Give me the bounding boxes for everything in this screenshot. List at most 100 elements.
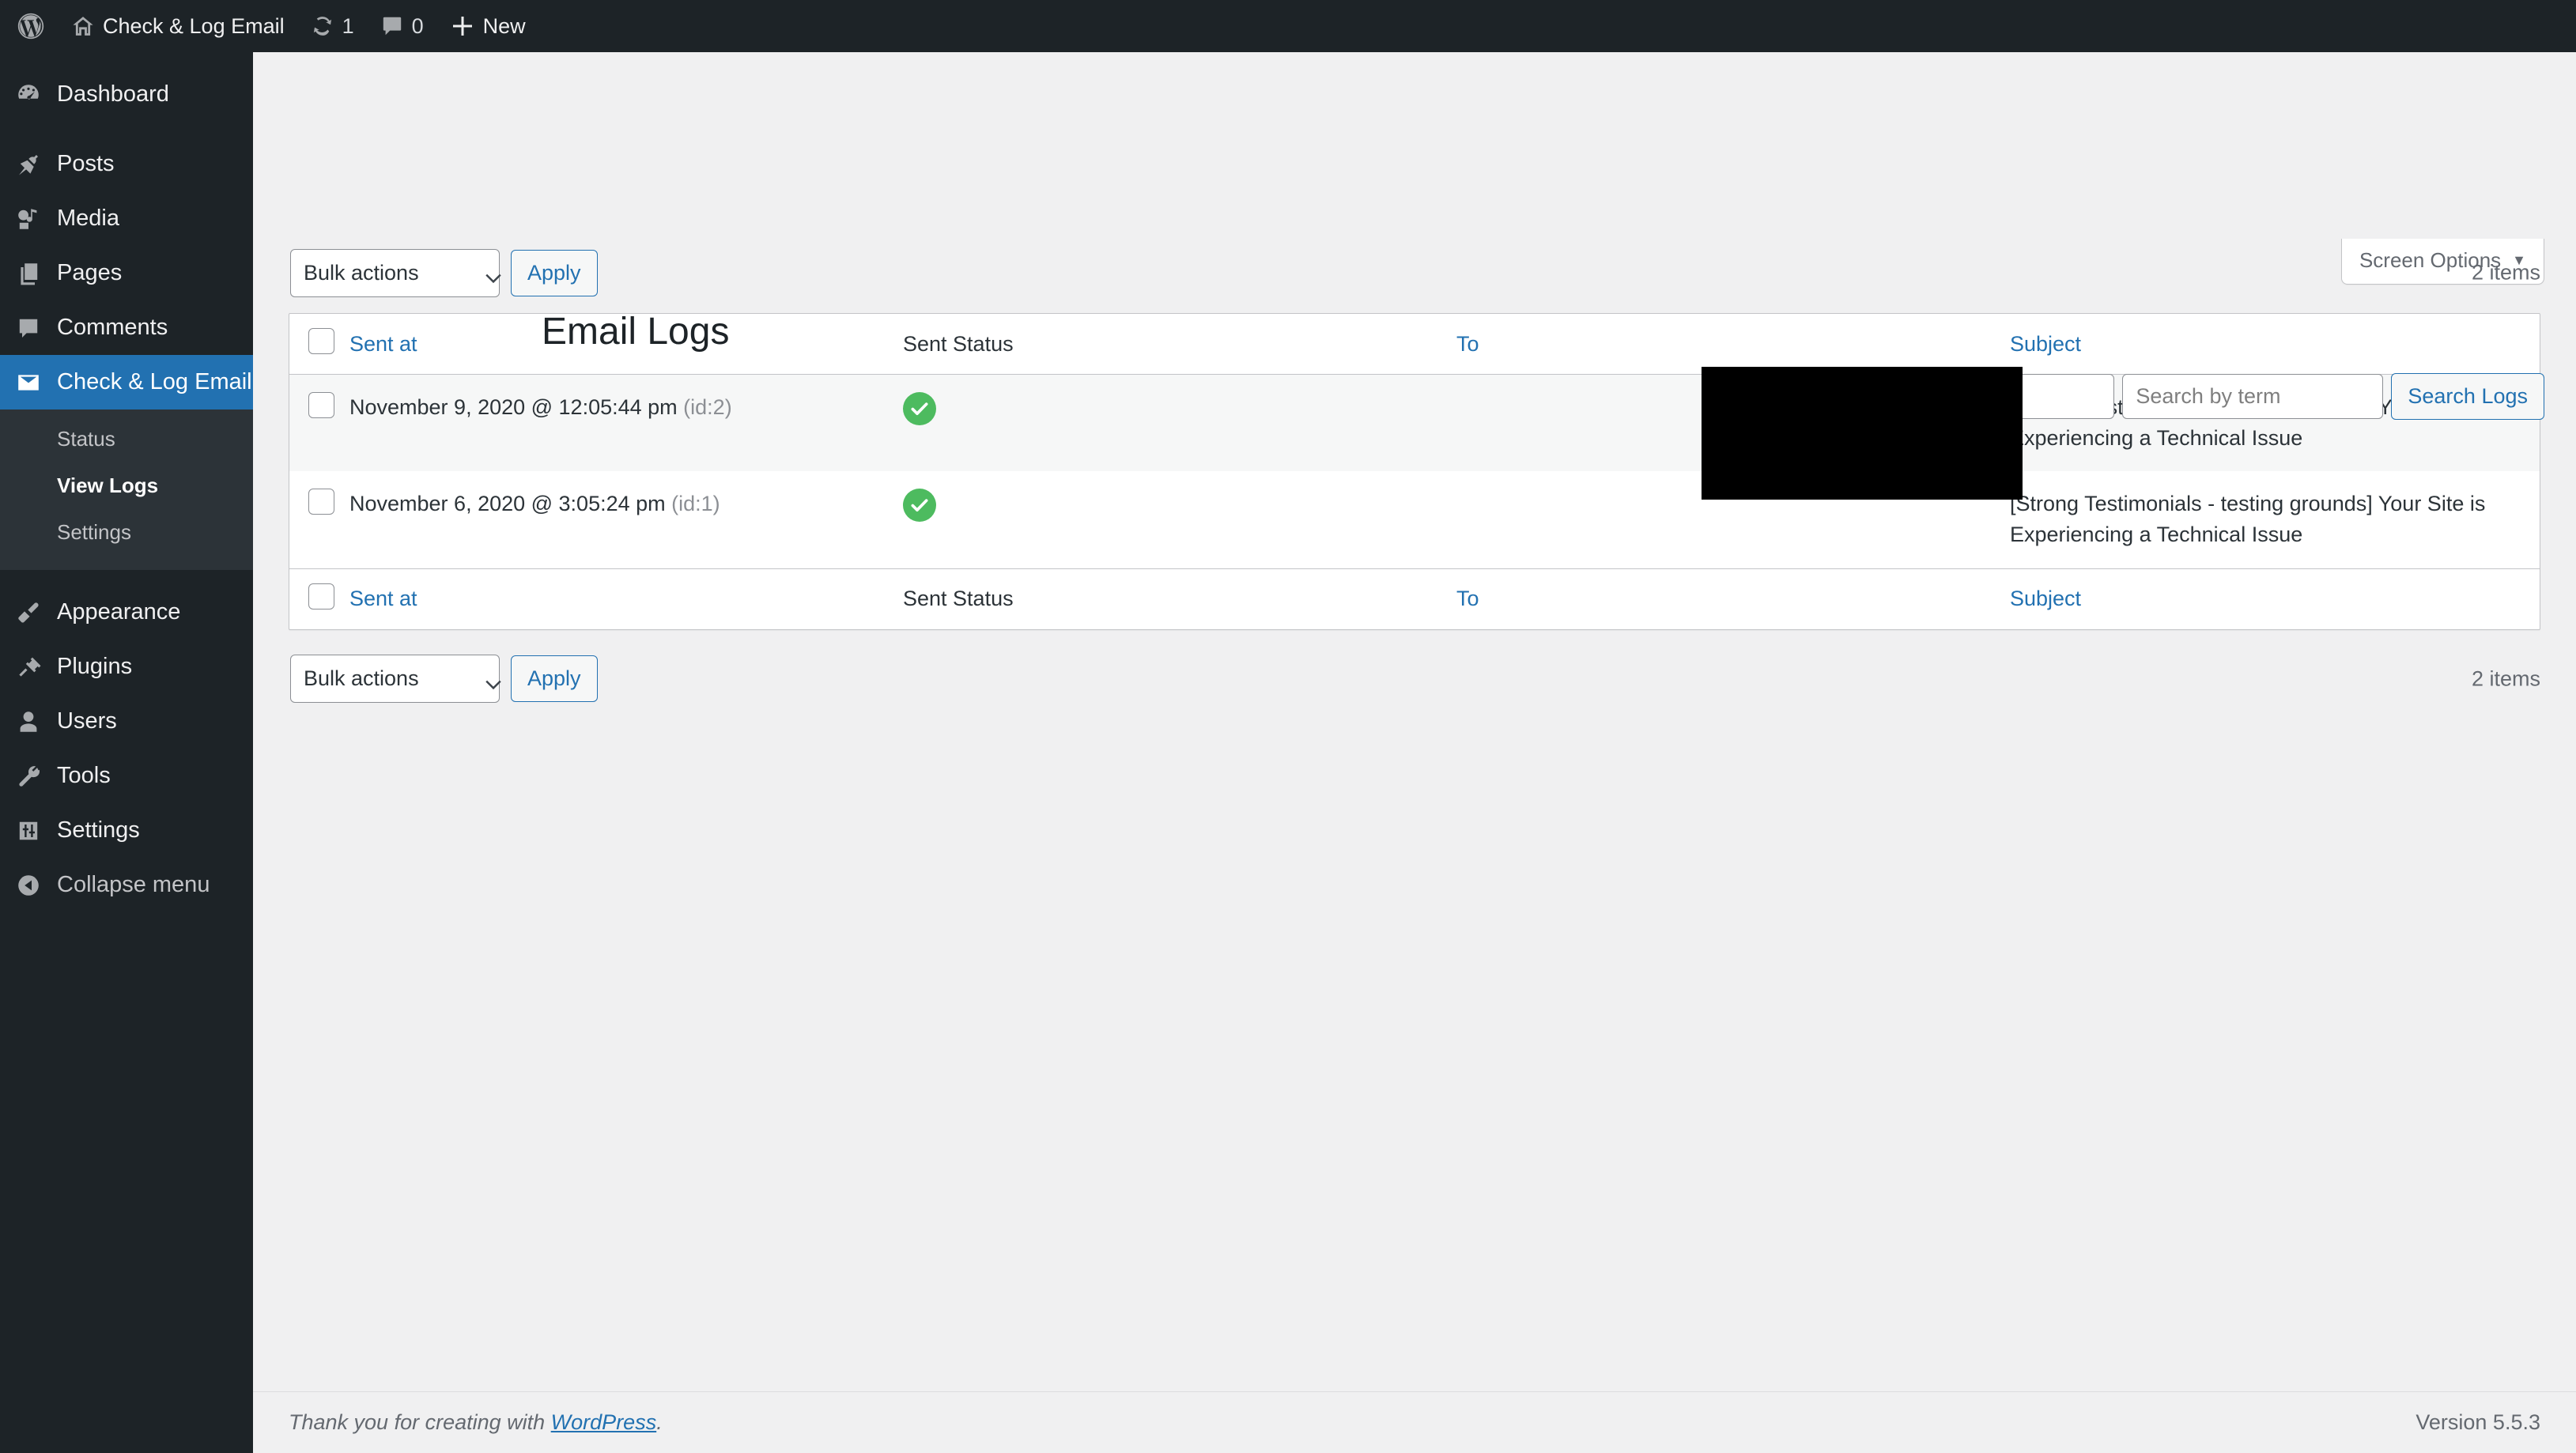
tablenav-top: Bulk actions Apply 2 items: [289, 239, 2540, 307]
column-footer-to[interactable]: To: [1456, 568, 2010, 629]
footer-thanks: Thank you for creating with WordPress.: [289, 1410, 663, 1435]
column-footer-sent-status: Sent Status: [903, 568, 1456, 629]
wordpress-logo-icon: [17, 13, 44, 40]
select-all-header: [289, 314, 349, 375]
row-checkbox-cell: [289, 375, 349, 471]
bulk-actions-select-top[interactable]: Bulk actions: [290, 248, 501, 297]
sidebar-item-posts[interactable]: Posts: [0, 137, 253, 191]
sidebar-item-users[interactable]: Users: [0, 694, 253, 749]
wordpress-link[interactable]: WordPress: [551, 1410, 657, 1434]
column-header-sent-status: Sent Status: [903, 314, 1456, 375]
column-footer-sent-at[interactable]: Sent at: [349, 568, 903, 629]
sidebar-item-pages[interactable]: Pages: [0, 246, 253, 300]
sidebar-item-collapse-menu[interactable]: Collapse menu: [0, 858, 253, 912]
footer-version: Version 5.5.3: [2415, 1410, 2540, 1434]
envelope-icon: [0, 370, 57, 395]
sidebar-item-label: Posts: [57, 151, 115, 176]
sidebar-item-media[interactable]: Media: [0, 191, 253, 246]
subject-sort-link[interactable]: Subject: [2010, 332, 2081, 356]
column-header-to[interactable]: To: [1456, 314, 2010, 375]
column-footer-subject[interactable]: Subject: [2010, 568, 2540, 629]
sidebar-item-label: Comments: [57, 315, 168, 340]
sidebar-item-label: Collapse menu: [57, 872, 210, 897]
user-icon: [0, 709, 57, 734]
wordpress-logo-button[interactable]: [0, 0, 59, 52]
displaying-num-top: 2 items: [2471, 260, 2540, 285]
sidebar-submenu-check-and-log-email: Status View Logs Settings: [0, 409, 253, 570]
sidebar-subitem-settings[interactable]: Settings: [0, 509, 253, 556]
bulk-actions-bottom: Bulk actions Apply: [290, 655, 598, 704]
wrench-icon: [0, 764, 57, 789]
bulk-actions-selected-value: Bulk actions: [304, 260, 419, 285]
cell-sent-status: [903, 375, 1456, 471]
comments-count: 0: [411, 13, 424, 38]
pin-icon: [0, 152, 57, 177]
comments-menu[interactable]: 0: [368, 0, 437, 52]
sidebar-item-comments[interactable]: Comments: [0, 300, 253, 355]
green-check-icon: [903, 489, 936, 523]
site-name-menu[interactable]: Check & Log Email: [59, 0, 298, 52]
sidebar-item-label: Dashboard: [57, 81, 169, 107]
table-footer-row: Sent at Sent Status To Subject: [289, 568, 2540, 629]
update-icon: [312, 15, 334, 37]
sidebar-subitem-view-logs[interactable]: View Logs: [0, 462, 253, 509]
sent-at-sort-link[interactable]: Sent at: [349, 332, 417, 356]
tablenav-bottom: Bulk actions Apply 2 items: [289, 645, 2540, 713]
plus-icon: [451, 14, 474, 38]
sidebar-item-check-and-log-email[interactable]: Check & Log Email: [0, 355, 266, 409]
select-all-checkbox-top[interactable]: [308, 328, 334, 354]
search-logs-button[interactable]: Search Logs: [2391, 373, 2544, 420]
apply-button-top[interactable]: Apply: [511, 249, 598, 296]
sidebar-item-label: Media: [57, 206, 119, 231]
sidebar-item-label: Check & Log Email: [57, 369, 252, 394]
site-name-label: Check & Log Email: [103, 13, 285, 38]
sidebar-item-label: Appearance: [57, 599, 181, 625]
body-content: Screen Options ▼ Email Logs Search Logs …: [253, 239, 2576, 713]
row-id-value: (id:2): [683, 395, 732, 419]
sidebar-item-label: Settings: [57, 817, 140, 843]
cell-sent-status: [903, 471, 1456, 568]
search-by-term-input[interactable]: [2122, 374, 2384, 419]
cell-sent-at: November 6, 2020 @ 3:05:24 pm (id:1): [349, 471, 903, 568]
plug-icon: [0, 655, 57, 680]
sent-at-sort-link-bottom[interactable]: Sent at: [349, 587, 417, 610]
main-content: Screen Options ▼ Email Logs Search Logs …: [253, 52, 2576, 1453]
bulk-actions-selected-value-bottom: Bulk actions: [304, 666, 419, 691]
displaying-num-bottom: 2 items: [2471, 666, 2540, 691]
table-row[interactable]: November 6, 2020 @ 3:05:24 pm (id:1) [St…: [289, 471, 2540, 568]
subject-sort-link-bottom[interactable]: Subject: [2010, 587, 2081, 610]
row-checkbox-cell: [289, 471, 349, 568]
page-title: Email Logs: [542, 311, 730, 353]
comment-bubble-icon: [381, 15, 403, 37]
sent-at-value: November 9, 2020 @ 12:05:44 pm: [349, 395, 678, 419]
sidebar-item-appearance[interactable]: Appearance: [0, 585, 253, 640]
admin-bar: Check & Log Email 1 0 New: [0, 0, 2576, 52]
row-select-checkbox[interactable]: [308, 392, 334, 418]
column-header-subject[interactable]: Subject: [2010, 314, 2540, 375]
sidebar-item-label: Users: [57, 708, 117, 734]
to-sort-link-bottom[interactable]: To: [1456, 587, 1479, 610]
table-foot: Sent at Sent Status To Subject: [289, 568, 2540, 629]
subject-value: [Strong Testimonials - testing grounds] …: [2010, 492, 2486, 547]
paintbrush-icon: [0, 600, 57, 625]
sidebar-item-dashboard[interactable]: Dashboard: [0, 67, 253, 122]
sidebar-subitem-status[interactable]: Status: [0, 416, 253, 462]
sent-status-label: Sent Status: [903, 331, 1014, 356]
updates-menu[interactable]: 1: [298, 0, 368, 52]
select-all-checkbox-bottom[interactable]: [308, 583, 334, 610]
to-sort-link[interactable]: To: [1456, 332, 1479, 356]
sidebar-item-settings[interactable]: Settings: [0, 803, 253, 858]
media-icon: [0, 206, 57, 232]
sidebar-item-plugins[interactable]: Plugins: [0, 640, 253, 694]
sidebar-item-tools[interactable]: Tools: [0, 749, 253, 803]
row-select-checkbox[interactable]: [308, 489, 334, 515]
admin-sidebar: Dashboard Posts Media Pages Comments Che…: [0, 52, 266, 1453]
select-all-footer: [289, 568, 349, 629]
sidebar-item-label: Tools: [57, 763, 111, 788]
menu-separator-1: [0, 122, 253, 137]
bulk-actions-top: Bulk actions Apply: [290, 248, 598, 297]
bulk-actions-select-bottom[interactable]: Bulk actions: [290, 655, 501, 704]
new-content-menu[interactable]: New: [437, 0, 539, 52]
row-id-value: (id:1): [671, 492, 720, 516]
apply-button-bottom[interactable]: Apply: [511, 655, 598, 703]
